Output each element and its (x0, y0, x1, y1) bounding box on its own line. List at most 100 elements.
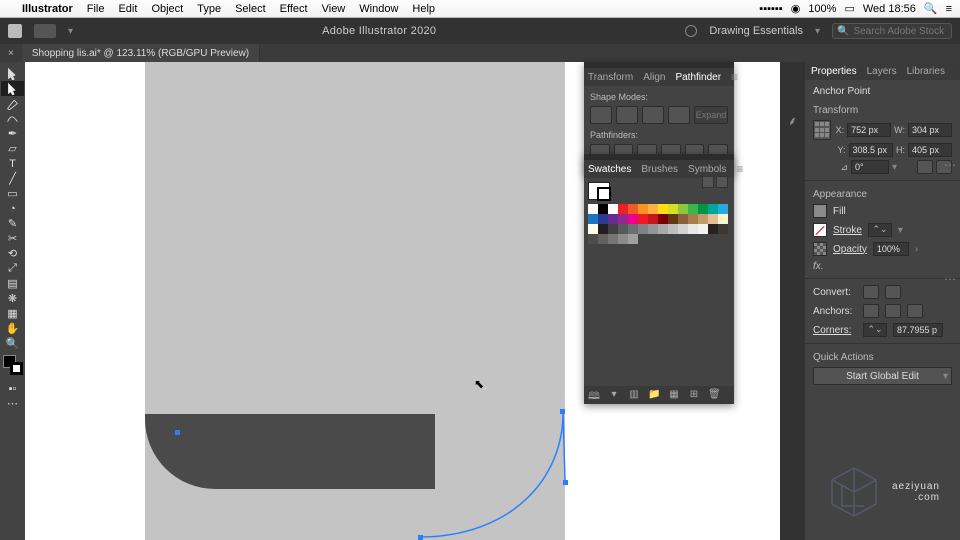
more-options-icon[interactable]: ⋯ (944, 158, 956, 172)
swatch-color[interactable] (598, 204, 608, 214)
swatch-color[interactable] (718, 214, 728, 224)
library-icon[interactable]: 🕮 (588, 389, 600, 401)
chevron-down-icon[interactable]: ▾ (898, 225, 903, 236)
swatch-color[interactable] (698, 204, 708, 214)
swatch-color[interactable] (658, 214, 668, 224)
symbol-tool[interactable]: ❋ (1, 291, 24, 306)
w-input[interactable] (908, 123, 952, 137)
swatch-color[interactable] (708, 204, 718, 214)
type-tool[interactable]: T (1, 156, 24, 171)
swatch-color[interactable] (588, 214, 598, 224)
tab-properties[interactable]: Properties (811, 66, 857, 77)
arrange-docs-icon[interactable] (34, 24, 56, 38)
swatch-color[interactable] (598, 214, 608, 224)
stroke-label[interactable]: Stroke (833, 225, 862, 236)
swatch-color[interactable] (658, 204, 668, 214)
list-view-icon[interactable] (702, 176, 714, 188)
selection-tool[interactable] (1, 66, 24, 81)
options-icon[interactable]: ▥ (628, 389, 640, 401)
chevron-down-icon[interactable]: ▾ (68, 26, 73, 37)
corners-input[interactable] (893, 323, 943, 337)
convert-smooth-icon[interactable] (885, 285, 901, 299)
line-tool[interactable]: ╱ (1, 171, 24, 186)
new-icon[interactable]: ⊞ (688, 389, 700, 401)
swatch-color[interactable] (638, 214, 648, 224)
home-icon[interactable] (8, 24, 22, 38)
pen-tool[interactable] (1, 96, 24, 111)
tab-symbols[interactable]: Symbols (688, 164, 726, 175)
swatch-color[interactable] (618, 234, 628, 244)
menu-window[interactable]: Window (359, 3, 398, 15)
fill-swatch[interactable] (813, 204, 827, 218)
swatch-color[interactable] (588, 204, 598, 214)
fx-label[interactable]: fx. (813, 261, 952, 272)
tab-align[interactable]: Align (643, 72, 665, 83)
reference-point-picker[interactable] (813, 120, 831, 140)
tips-icon[interactable] (685, 25, 697, 37)
swatch-color[interactable] (698, 224, 708, 234)
search-input[interactable]: 🔍Search Adobe Stock (832, 23, 952, 39)
swatch-color[interactable] (668, 204, 678, 214)
swatch-color[interactable] (648, 214, 658, 224)
swatch-color[interactable] (618, 224, 628, 234)
swatch-color[interactable] (628, 204, 638, 214)
minus-front-button[interactable] (616, 106, 638, 124)
swatch-color[interactable] (628, 214, 638, 224)
swatch-color[interactable] (598, 224, 608, 234)
artwork-dark-shape[interactable] (145, 414, 435, 489)
swatch-color[interactable] (638, 204, 648, 214)
y-input[interactable] (849, 143, 893, 157)
anchor-handle[interactable] (175, 430, 180, 435)
swatch-color[interactable] (668, 214, 678, 224)
delete-icon[interactable]: 🗑 (708, 389, 720, 401)
opacity-label[interactable]: Opacity (833, 244, 867, 255)
swatch-color[interactable] (698, 214, 708, 224)
add-anchor-icon[interactable] (885, 304, 901, 318)
opacity-input[interactable] (873, 242, 909, 256)
chevron-down-icon[interactable]: ▾ (815, 26, 820, 37)
grid-view-icon[interactable] (716, 176, 728, 188)
stroke-weight-input[interactable]: ⌃⌄ (868, 223, 892, 237)
swatch-color[interactable] (678, 204, 688, 214)
swatch-color[interactable] (648, 204, 658, 214)
start-global-edit-button[interactable]: Start Global Edit▾ (813, 367, 952, 385)
swatch-color[interactable] (668, 224, 678, 234)
menu-type[interactable]: Type (197, 3, 221, 15)
swatch-color[interactable] (658, 224, 668, 234)
shape-builder-tool[interactable]: ◔ (1, 201, 24, 216)
hand-tool[interactable]: ✋ (1, 321, 24, 336)
panel-menu-icon[interactable]: ≡ (736, 162, 743, 176)
tab-pathfinder[interactable]: Pathfinder (675, 72, 721, 83)
swatch-color[interactable] (608, 234, 618, 244)
menu-help[interactable]: Help (412, 3, 435, 15)
artboard-tool[interactable]: ▦ (1, 306, 24, 321)
tab-libraries[interactable]: Libraries (907, 66, 945, 77)
gradient-tool[interactable]: ▤ (1, 276, 24, 291)
selected-path[interactable] (410, 409, 590, 540)
swatch-color[interactable] (708, 224, 718, 234)
swatch-color[interactable] (618, 204, 628, 214)
direct-selection-tool[interactable] (1, 81, 24, 96)
scale-tool[interactable]: ⤢ (1, 261, 24, 276)
angle-input[interactable] (851, 160, 889, 174)
app-name[interactable]: Illustrator (22, 3, 73, 15)
h-input[interactable] (908, 143, 952, 157)
swatch-color[interactable] (708, 214, 718, 224)
swatch-color[interactable] (638, 224, 648, 234)
swatch-color[interactable] (678, 224, 688, 234)
fill-stroke-control[interactable] (3, 355, 23, 375)
rectangle-tool[interactable]: ▭ (1, 186, 24, 201)
convert-corner-icon[interactable] (863, 285, 879, 299)
swatch-color[interactable] (608, 214, 618, 224)
tab-swatches[interactable]: Swatches (588, 164, 631, 175)
swatch-color[interactable] (608, 204, 618, 214)
swatch-color[interactable] (688, 204, 698, 214)
eyedropper-tool[interactable]: ✎ (1, 216, 24, 231)
tab-transform[interactable]: Transform (588, 72, 633, 83)
swatch-color[interactable] (588, 224, 598, 234)
swatch-color[interactable] (688, 214, 698, 224)
swatch-color[interactable] (598, 234, 608, 244)
intersect-button[interactable] (642, 106, 664, 124)
flip-h-icon[interactable] (917, 160, 933, 174)
remove-anchor-icon[interactable] (863, 304, 879, 318)
